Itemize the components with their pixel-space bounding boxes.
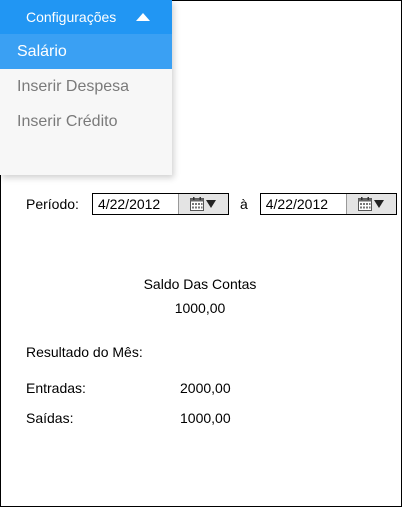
- calendar-icon: [358, 197, 373, 211]
- menu-item-label: Inserir Despesa: [17, 78, 130, 95]
- income-label: Entradas:: [26, 380, 86, 396]
- caret-up-icon: [136, 13, 151, 21]
- end-date-calendar-button[interactable]: [345, 194, 396, 214]
- income-value: 2000,00: [180, 380, 231, 396]
- start-date-calendar-button[interactable]: [177, 194, 228, 214]
- income-row: Entradas: 2000,00: [26, 380, 231, 396]
- balance-title: Saldo Das Contas: [143, 276, 257, 292]
- settings-menu-title: Configurações: [26, 9, 117, 25]
- menu-item-label: Inserir Crédito: [17, 113, 118, 130]
- start-date-picker[interactable]: 4/22/2012: [91, 193, 229, 215]
- settings-dropdown-menu: Configurações Salário Inserir Despesa In…: [0, 0, 172, 175]
- period-row: Período: 4/22/2012 à 4/22/2012: [26, 193, 397, 215]
- expenses-value: 1000,00: [180, 410, 231, 426]
- balance-value: 1000,00: [174, 300, 226, 316]
- period-separator: à: [239, 196, 248, 212]
- menu-item-salario[interactable]: Salário: [0, 34, 172, 69]
- menu-item-label: Salário: [17, 43, 67, 60]
- calendar-icon: [190, 197, 205, 211]
- menu-item-inserir-credito[interactable]: Inserir Crédito: [0, 104, 172, 139]
- dropdown-arrow-icon: [374, 200, 385, 208]
- end-date-picker[interactable]: 4/22/2012: [259, 193, 397, 215]
- month-result-title: Resultado do Mês:: [26, 344, 143, 360]
- menu-item-inserir-despesa[interactable]: Inserir Despesa: [0, 69, 172, 104]
- start-date-input[interactable]: 4/22/2012: [93, 194, 178, 214]
- account-balance-section: Saldo Das Contas 1000,00: [0, 272, 400, 320]
- settings-menu-toggle[interactable]: Configurações: [0, 0, 172, 34]
- period-label: Período:: [26, 196, 79, 212]
- expenses-label: Saídas:: [26, 410, 74, 426]
- expenses-row: Saídas: 1000,00: [26, 410, 231, 426]
- dropdown-arrow-icon: [206, 200, 217, 208]
- end-date-input[interactable]: 4/22/2012: [261, 194, 346, 214]
